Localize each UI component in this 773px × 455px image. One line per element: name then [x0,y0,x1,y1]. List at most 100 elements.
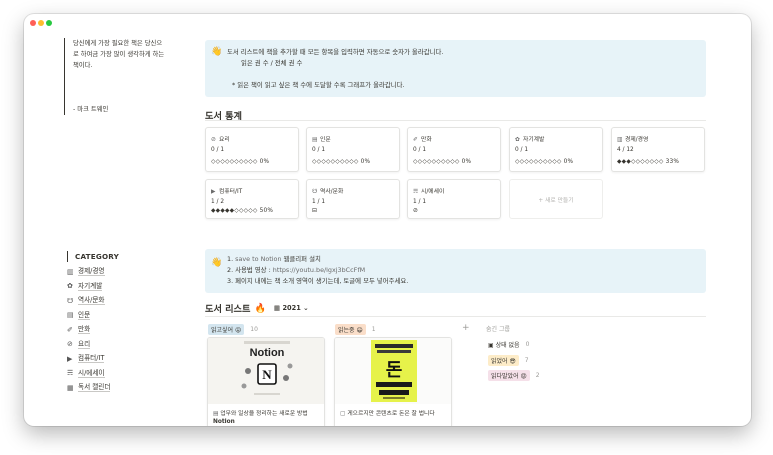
book-icon: ▤ [213,411,219,417]
poetry-icon: ☴ [67,369,74,377]
sidebar-item-humanities[interactable]: ▤ 인문 [67,310,91,320]
sidebar-item-comics[interactable]: ✐ 만화 [67,325,91,334]
status-tag: 읽다말았어 😡 [488,370,530,381]
sidebar-item-self-development[interactable]: ✿ 자기계발 [67,281,103,291]
stat-card-poetry[interactable]: ☴ 시/에세이 1 / 1 ⊘ [407,179,501,219]
callout-line: * 읽은 책이 읽고 싶은 책 수에 도달할 수록 그래프가 올라갑니다. [232,81,405,89]
page-content: 당신에게 가장 필요한 책은 당신으 로 하여금 가장 많이 생각하게 하는 책… [24,14,751,426]
history-icon: ☋ [67,296,74,305]
hidden-groups-heading: 숨긴 그룹 [486,326,510,333]
stat-card-count: 4 / 12 [617,147,634,153]
no-status-icon: ▣ [488,342,494,349]
sidebar-item-economy[interactable]: ▥ 경제/경영 [67,267,105,276]
view-selector[interactable]: ▦ 2021 ⌄ [274,304,309,312]
stat-card-progress: ⊘ [413,208,419,214]
status-tag: 읽고싶어 😝 [208,324,245,335]
brain-icon: ✿ [515,137,520,143]
stat-card-progress: ◆◆◆◆◆◇◇◇◇◇ 50% [211,208,274,214]
chart-icon: ▥ [617,137,623,143]
column-count: 1 [371,326,376,333]
board-column-header[interactable]: 읽는중 😄 1 [335,324,376,335]
quote-line: 로 하여금 가장 많이 생각하게 하는 [73,51,165,58]
stat-card-self-development[interactable]: ✿ 자기계발 0 / 1 ◇◇◇◇◇◇◇◇◇◇ 0% [509,127,603,172]
waving-hand-icon: 👋 [211,258,223,268]
stat-card-label: 컴퓨터/IT [219,189,243,195]
stat-card-label: 자기계발 [523,137,545,143]
board-view-icon: ▦ [273,304,281,312]
stat-card-count: 1 / 2 [211,199,225,205]
stat-card-comics[interactable]: ✐ 만화 0 / 1 ◇◇◇◇◇◇◇◇◇◇ 0% [407,127,501,172]
info-callout: 👋 도서 리스트에 책을 추가할 때 모든 항목을 입력하면 자동으로 숫자가 … [205,40,706,97]
book-title: ▤ 업무와 일상을 정리하는 새로운 방법 [213,411,308,417]
calendar-icon: ▦ [67,383,74,392]
database-title[interactable]: 도서 리스트 🔥 ▦ 2021 ⌄ [205,301,309,316]
sidebar-item-cooking[interactable]: ⊘ 요리 [67,339,91,349]
sidebar-item-label: 자기계발 [78,281,103,291]
add-group-button[interactable]: + [462,323,470,333]
book-card[interactable]: Notion N ▤ 업무와 일상을 정리하는 새로운 방법 Notion [207,337,325,426]
hidden-group-count: 7 [524,357,529,364]
callout-line: 도서 리스트에 책을 추가할 때 모든 항목을 입력하면 자동으로 숫자가 올라… [227,48,444,56]
callout-line: 3. 페이지 내에는 책 소개 영역이 생기는데, 토글에 모두 넣어주세요. [227,277,409,285]
sidebar-item-label: 역사/문화 [78,296,105,305]
view-label: 2021 [282,304,301,312]
hidden-group-row[interactable]: ▣ 상태 없음 0 [488,340,529,349]
column-icon: ▤ [312,137,318,143]
book-cover: Notion N [208,338,324,404]
callout-text: 1. save to Notion 웹클리퍼 설치 2. 사용법 영상 : ht… [227,254,408,287]
hidden-group-row[interactable]: 읽었어 😎 7 [488,355,529,366]
book-cover: 돈 [335,338,451,404]
pen-icon: ✐ [413,137,418,143]
document-icon: ▢ [340,411,346,417]
sidebar-item-calendar[interactable]: ▦ 독서 캘린더 [67,383,111,392]
stat-card-progress: ⊟ [312,208,318,214]
status-tag: 읽는중 😄 [335,324,366,335]
hidden-group-row[interactable]: 읽다말았어 😡 2 [488,370,540,381]
quote-line: 책이다. [73,62,93,69]
chart-icon: ▥ [67,267,74,276]
board-column-header[interactable]: 읽고싶어 😝 10 [208,324,258,335]
stat-card-count: 1 / 1 [413,199,427,205]
new-stat-card-button[interactable]: + 새로 만들기 [509,179,603,219]
save-to-notion-link[interactable]: save to Notion [235,255,281,263]
sidebar-item-computer[interactable]: ▶ 컴퓨터/IT [67,354,105,363]
stat-card-label: 인문 [320,137,331,143]
stat-card-economy[interactable]: ▥ 경제/경영 4 / 12 ◆◆◆◇◇◇◇◇◇◇ 33% [611,127,705,172]
divider [205,120,706,121]
book-subtitle: Notion [213,419,235,425]
sidebar-item-label: 독서 캘린더 [78,383,111,392]
sidebar-item-label: 만화 [78,325,91,334]
sidebar-item-label: 요리 [78,339,91,349]
sidebar-item-label: 경제/경영 [78,267,105,276]
chevron-down-icon: ⌄ [303,304,309,312]
hidden-group-count: 0 [525,341,530,348]
poetry-icon: ☴ [413,189,419,195]
callout-line-suffix: 웹클리퍼 설치 [281,255,321,263]
stat-card-count: 1 / 1 [312,199,326,205]
stat-card-progress: ◇◇◇◇◇◇◇◇◇◇ 0% [515,159,574,165]
sidebar-item-poetry[interactable]: ☴ 시/에세이 [67,369,105,378]
sidebar-item-history[interactable]: ☋ 역사/문화 [67,296,105,305]
quote-line: 당신에게 가장 필요한 책은 당신으 [73,40,163,47]
sidebar-item-label: 시/에세이 [78,368,105,378]
quote-author: - 마크 트웨인 [73,106,109,113]
stat-card-label: 역사/문화 [320,189,344,195]
stat-card-label: 만화 [421,137,432,143]
stat-card-computer[interactable]: ▶ 컴퓨터/IT 1 / 2 ◆◆◆◆◆◇◇◇◇◇ 50% [205,179,299,219]
sidebar-item-label: 인문 [78,310,91,320]
cooking-icon: ⊘ [67,340,73,348]
youtube-link[interactable]: https://youtu.be/lgxj3bCcFfM [273,266,365,274]
quote-block: 당신에게 가장 필요한 책은 당신으 로 하여금 가장 많이 생각하게 하는 책… [64,38,184,115]
stat-card-label: 요리 [219,137,230,143]
stat-card-humanities[interactable]: ▤ 인문 0 / 1 ◇◇◇◇◇◇◇◇◇◇ 0% [306,127,400,172]
book-title: ▢ 게으르지만 콘텐츠로 돈은 잘 법니다 [340,411,435,417]
stat-card-progress: ◇◇◇◇◇◇◇◇◇◇ 0% [211,159,270,165]
stat-card-history[interactable]: ☋ 역사/문화 1 / 1 ⊟ [306,179,400,219]
callout-line: 읽은 권 수 / 전체 권 수 [241,59,303,67]
stat-card-cooking[interactable]: ⊘ 요리 0 / 1 ◇◇◇◇◇◇◇◇◇◇ 0% [205,127,299,172]
app-window: 당신에게 가장 필요한 책은 당신으 로 하여금 가장 많이 생각하게 하는 책… [24,14,751,426]
cover-title: Notion [250,347,285,359]
book-card[interactable]: 돈 ▢ 게으르지만 콘텐츠로 돈은 잘 법니다 [334,337,452,426]
stat-card-count: 0 / 1 [211,147,225,153]
divider [205,316,706,317]
